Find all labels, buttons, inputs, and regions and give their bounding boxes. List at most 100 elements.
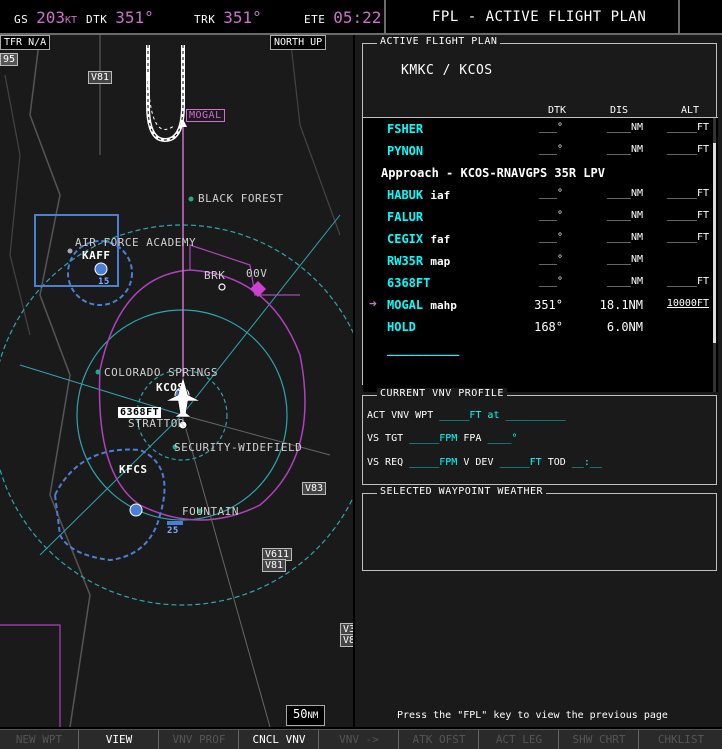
softkey-vnv-direct[interactable]: VNV -> bbox=[320, 730, 399, 749]
dis-field: 18.1NM bbox=[599, 298, 643, 312]
alt-field[interactable]: _____FT bbox=[645, 188, 709, 199]
town-black-forest: BLACK FOREST bbox=[198, 192, 284, 205]
map-range-value: 50 bbox=[293, 707, 308, 721]
alt-field[interactable]: _____FT bbox=[645, 232, 709, 243]
waypoint-ident: FALUR bbox=[387, 210, 424, 224]
airport-kcos-label[interactable]: KCOS bbox=[156, 381, 185, 394]
desired-track: DTK 351° bbox=[86, 8, 154, 27]
gs-unit: KT bbox=[64, 15, 78, 26]
vs-tgt-row: VS TGT _____FPM FPA ____° bbox=[367, 433, 518, 444]
ete-value: 05:22 bbox=[333, 8, 382, 27]
selected-waypoint-weather-group: SELECTED WAYPOINT WEATHER bbox=[362, 486, 717, 571]
alt-field[interactable]: _____FT bbox=[645, 144, 709, 155]
gs-label: GS bbox=[14, 13, 29, 26]
active-flight-plan-group: ACTIVE FLIGHT PLAN KMKC / KCOS DTK DIS A… bbox=[362, 36, 718, 392]
dtk-field: 168° bbox=[534, 320, 563, 334]
dtk-label: DTK bbox=[86, 13, 108, 26]
waypoint-row[interactable]: FSHER ___° ____NM _____FT bbox=[363, 118, 713, 140]
airway-v8: V8 bbox=[340, 634, 353, 647]
flight-plan-panel: ACTIVE FLIGHT PLAN KMKC / KCOS DTK DIS A… bbox=[355, 35, 722, 727]
gs-value: 203 bbox=[36, 8, 65, 27]
map-orientation[interactable]: NORTH UP bbox=[270, 35, 327, 50]
waypoint-row[interactable]: 6368FT ___° ____NM _____FT bbox=[363, 272, 713, 294]
alt-field[interactable]: 10000FT bbox=[645, 298, 709, 309]
softkey-bar: NEW WPT VIEW VNV PROF CNCL VNV VNV -> AT… bbox=[0, 729, 722, 749]
vnv-profile-group: CURRENT VNV PROFILE ACT VNV WPT _____FT … bbox=[362, 388, 717, 485]
alt-field[interactable]: _____FT bbox=[645, 276, 709, 287]
waypoint-list[interactable]: FSHER ___° ____NM _____FT PYNON ___° ___… bbox=[363, 117, 718, 392]
town-strattor: STRATTOR bbox=[128, 417, 185, 430]
dtk-field: ___° bbox=[538, 276, 563, 287]
softkey-vnv-prof[interactable]: VNV PROF bbox=[160, 730, 239, 749]
softkey-cncl-vnv[interactable]: CNCL VNV bbox=[240, 730, 319, 749]
navigation-map[interactable]: TFR N/A NORTH UP 95 V81 MOGAL BLACK FORE… bbox=[0, 35, 353, 727]
dtk-field: 351° bbox=[534, 298, 563, 312]
runway-25-label: 25 bbox=[167, 526, 179, 536]
empty-waypoint-row[interactable]: __________ bbox=[363, 338, 713, 360]
col-header-dtk: DTK bbox=[548, 105, 567, 116]
ete: ETE 05:22 bbox=[304, 8, 381, 27]
dis-field: ____NM bbox=[606, 210, 643, 221]
waypoint-ident: 6368FT bbox=[387, 276, 431, 290]
scrollbar[interactable] bbox=[713, 118, 716, 392]
town-colorado-springs: COLORADO SPRINGS bbox=[104, 366, 218, 379]
map-range[interactable]: 50NM bbox=[286, 705, 326, 726]
tfr-status: TFR N/A bbox=[0, 35, 51, 50]
col-header-dis: DIS bbox=[610, 105, 629, 116]
softkey-shw-chrt[interactable]: SHW CHRT bbox=[560, 730, 639, 749]
runway-15-label: 15 bbox=[98, 277, 110, 287]
softkey-atk-ofst[interactable]: ATK OFST bbox=[400, 730, 479, 749]
waypoint-mogal-label[interactable]: MOGAL bbox=[186, 109, 225, 122]
vor-brk-label: BRK bbox=[204, 269, 226, 282]
dis-field: ____NM bbox=[606, 254, 643, 265]
approach-header-row[interactable]: Approach - KCOS-RNAVGPS 35R LPV bbox=[363, 162, 713, 184]
divider bbox=[678, 0, 680, 33]
group-title: ACTIVE FLIGHT PLAN bbox=[377, 36, 501, 47]
dis-field: ____NM bbox=[606, 188, 643, 199]
waypoint-ident: MOGAL mahp bbox=[387, 298, 457, 312]
dis-field: 6.0NM bbox=[606, 320, 643, 334]
town-fountain: FOUNTAIN bbox=[182, 505, 239, 518]
softkey-new-wpt[interactable]: NEW WPT bbox=[0, 730, 79, 749]
top-status-bar: GS 203KT DTK 351° TRK 351° ETE 05:22 FPL… bbox=[0, 0, 722, 35]
dtk-value: 351° bbox=[115, 8, 154, 27]
dtk-field: ___° bbox=[538, 232, 563, 243]
brk-code-label: 00V bbox=[246, 267, 268, 280]
dis-field: ____NM bbox=[606, 232, 643, 243]
softkey-view[interactable]: VIEW bbox=[80, 730, 159, 749]
town-af-academy: AIR FORCE ACADEMY bbox=[75, 236, 197, 249]
waypoint-row[interactable]: RW35R map ___° ____NM bbox=[363, 250, 713, 272]
airport-kaff-label[interactable]: KAFF bbox=[82, 249, 111, 262]
scrollbar-thumb[interactable] bbox=[713, 143, 716, 343]
track: TRK 351° bbox=[194, 8, 262, 27]
waypoint-ident: RW35R map bbox=[387, 254, 451, 268]
waypoint-ident: PYNON bbox=[387, 144, 424, 158]
divider bbox=[384, 0, 386, 33]
page-title: FPL - ACTIVE FLIGHT PLAN bbox=[432, 9, 647, 25]
airway-label: V81 bbox=[88, 71, 113, 84]
waypoint-ident: __________ bbox=[387, 342, 460, 356]
dtk-field: ___° bbox=[538, 254, 563, 265]
waypoint-row[interactable]: FALUR ___° ____NM _____FT bbox=[363, 206, 713, 228]
waypoint-row[interactable]: HABUK iaf ___° ____NM _____FT bbox=[363, 184, 713, 206]
waypoint-ident: HABUK iaf bbox=[387, 188, 451, 202]
softkey-act-leg[interactable]: ACT LEG bbox=[480, 730, 559, 749]
waypoint-ident: FSHER bbox=[387, 122, 424, 136]
trk-label: TRK bbox=[194, 13, 216, 26]
softkey-chklist[interactable]: CHKLIST bbox=[640, 730, 722, 749]
act-vnv-wpt-row: ACT VNV WPT _____FT at __________ bbox=[367, 410, 566, 421]
waypoint-row[interactable]: CEGIX faf ___° ____NM _____FT bbox=[363, 228, 713, 250]
approach-name: Approach - KCOS-RNAVGPS 35R LPV bbox=[381, 166, 605, 180]
ground-speed: GS 203KT bbox=[14, 8, 77, 27]
route-summary: KMKC / KCOS bbox=[401, 63, 493, 78]
active-waypoint-row[interactable]: ➜ MOGAL mahp 351° 18.1NM 10000FT bbox=[363, 294, 713, 316]
dis-field: ____NM bbox=[606, 122, 643, 133]
town-security-widefield: SECURITY-WIDEFIELD bbox=[174, 441, 303, 454]
alt-field[interactable]: _____FT bbox=[645, 122, 709, 133]
alt-field[interactable]: _____FT bbox=[645, 210, 709, 221]
col-header-alt: ALT bbox=[681, 105, 700, 116]
waypoint-row[interactable]: HOLD 168° 6.0NM bbox=[363, 316, 713, 338]
waypoint-ident: HOLD bbox=[387, 320, 416, 334]
airport-kfcs-label[interactable]: KFCS bbox=[119, 463, 148, 476]
waypoint-row[interactable]: PYNON ___° ____NM _____FT bbox=[363, 140, 713, 162]
